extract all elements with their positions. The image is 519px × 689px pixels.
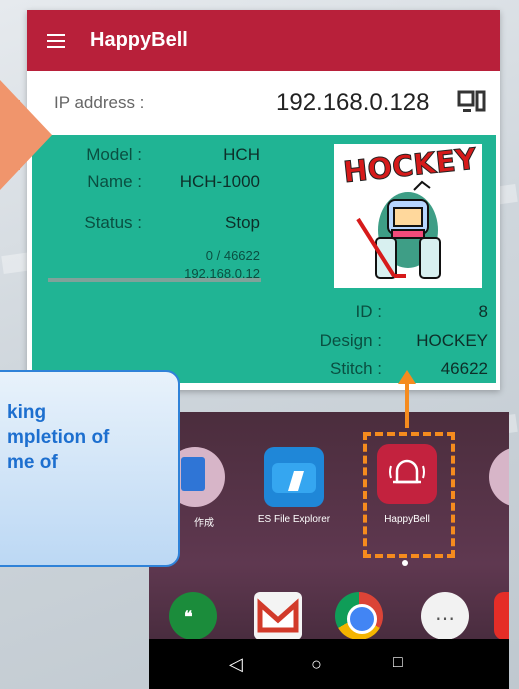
design-label: Design : — [319, 331, 382, 350]
phone-home-screen: 作成 ES File Explorer HappyBell ❝ ⋯ ◁ ○ □ — [149, 412, 509, 689]
status-label: Status : — [84, 213, 142, 232]
menu-icon[interactable] — [47, 33, 65, 48]
app-bar: HappyBell — [27, 10, 500, 71]
id-value: 8 — [478, 302, 488, 321]
app-window: HappyBell IP address : 192.168.0.128 Mod… — [27, 10, 500, 390]
recents-icon[interactable]: □ — [393, 654, 403, 672]
model-label: Model : — [86, 145, 142, 164]
folder-icon — [272, 463, 316, 493]
back-icon[interactable]: ◁ — [229, 654, 243, 675]
ip-label: IP address : — [54, 93, 145, 112]
gmail-icon[interactable] — [254, 592, 302, 640]
home-icon[interactable]: ○ — [311, 654, 322, 675]
es-file-explorer-label: ES File Explorer — [257, 514, 331, 525]
highlight-dashed-box — [363, 432, 455, 558]
callout-bubble: king mpletion of me of — [0, 370, 180, 567]
ip-row: IP address : 192.168.0.128 — [27, 71, 500, 131]
name-value: HCH-1000 — [179, 172, 260, 191]
callout-line-2: mpletion of — [7, 427, 110, 448]
app-title: HappyBell — [90, 29, 188, 51]
design-value: HOCKEY — [416, 331, 488, 350]
id-label: ID : — [355, 302, 382, 321]
orange-up-arrow — [398, 370, 416, 428]
status-value: Stop — [225, 213, 260, 232]
hockey-design-thumbnail: HOCKEY — [334, 144, 482, 288]
name-label: Name : — [87, 172, 142, 191]
machine-ip: 192.168.0.12 — [184, 266, 260, 281]
stitch-progress-text: 0 / 46622 — [205, 248, 260, 263]
mail-icon — [257, 598, 299, 633]
model-value: HCH — [223, 145, 260, 164]
callout-line-3: me of — [7, 452, 58, 473]
page-indicator — [402, 560, 408, 566]
connection-monitor-icon[interactable] — [457, 89, 487, 115]
navigation-bar: ◁ ○ □ — [149, 639, 509, 689]
callout-line-1: king — [7, 402, 47, 423]
youtube-icon[interactable] — [494, 592, 509, 640]
ip-value: 192.168.0.128 — [276, 89, 430, 116]
left-pointer-arrow-body — [0, 100, 20, 170]
hangouts-icon[interactable]: ❝ — [169, 592, 217, 640]
app-drawer-icon[interactable]: ⋯ — [421, 592, 469, 640]
stitch-label: Stitch : — [330, 359, 382, 378]
machine-status-card[interactable]: Model : HCH Name : HCH-1000 Status : Sto… — [32, 135, 496, 383]
chrome-icon[interactable] — [335, 592, 383, 640]
es-file-explorer-icon[interactable] — [264, 447, 324, 507]
